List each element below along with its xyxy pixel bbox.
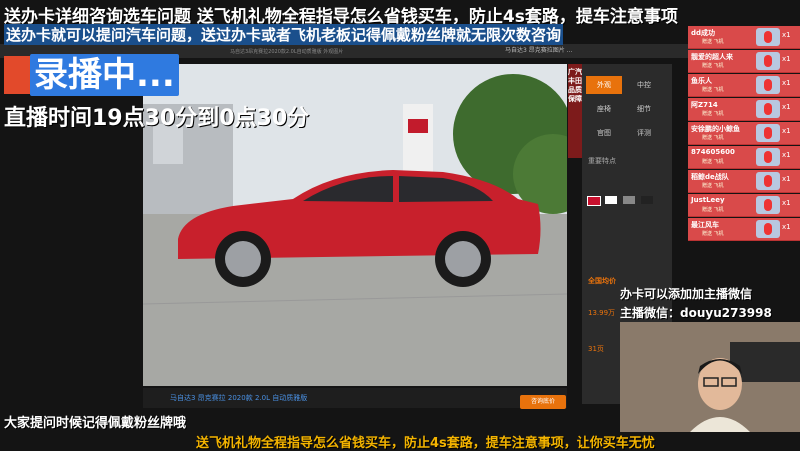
rocket-icon: [756, 52, 780, 70]
browser-tab[interactable]: 马自达3 昂克赛拉图片 ...: [505, 45, 715, 57]
rocket-icon: [756, 28, 780, 46]
gift-desc: 赠送 飞机: [702, 63, 724, 69]
wechat-label: 办卡可以添加加主播微信: [620, 287, 753, 301]
gift-desc: 赠送 飞机: [702, 39, 724, 45]
tab-official[interactable]: 官图: [586, 124, 622, 142]
gift-desc: 赠送 飞机: [702, 111, 724, 117]
tab-details[interactable]: 细节: [626, 100, 662, 118]
section-label: 重要特点: [588, 157, 616, 165]
recording-label: 录播中...: [30, 54, 179, 96]
gift-sender: dd成功: [691, 29, 716, 37]
stream-schedule: 直播时间19点30分到0点30分: [4, 106, 310, 131]
color-swatch-white[interactable]: [605, 196, 617, 204]
color-swatch-gray[interactable]: [623, 196, 635, 204]
rocket-icon: [756, 76, 780, 94]
fan-badge-hint: 大家提问时候记得佩戴粉丝牌哦: [4, 416, 187, 431]
gift-sender: 稻鲸de战队: [691, 173, 729, 181]
gift-count: x1: [782, 175, 791, 183]
color-swatch-red[interactable]: [587, 196, 601, 206]
gift-item: JustLeey 赠送 飞机 x1: [688, 194, 800, 217]
inquiry-price-button[interactable]: 咨询底价: [520, 395, 566, 409]
gift-sender: 靓爱的超人来: [691, 53, 733, 61]
color-swatch-black[interactable]: [641, 196, 653, 204]
vertical-title-banner: 广汽丰田品质保障: [568, 64, 582, 158]
rocket-icon: [756, 100, 780, 118]
page-count: 31页: [588, 345, 604, 353]
car-caption-link[interactable]: 马自达3 昂克赛拉 2020款 2.0L 自动质雅版: [170, 393, 307, 403]
gift-count: x1: [782, 199, 791, 207]
tab-interior[interactable]: 中控: [626, 76, 662, 94]
gift-count: x1: [782, 79, 791, 87]
gift-count: x1: [782, 103, 791, 111]
scrolling-ticker: 送飞机礼物全程指导怎么省钱买车，防止4s套路，提车注意事项，让你买车无忧: [196, 436, 655, 451]
gift-item: dd成功 赠送 飞机 x1: [688, 26, 800, 49]
streamer-avatar: [620, 322, 800, 432]
gift-item: 874605600 赠送 飞机 x1: [688, 146, 800, 169]
gift-sender: 阿Z714: [691, 101, 718, 109]
gift-list: dd成功 赠送 飞机 x1 靓爱的超人来 赠送 飞机 x1 鱼乐人 赠送 飞机 …: [688, 26, 800, 248]
gift-desc: 赠送 飞机: [702, 207, 724, 213]
gift-desc: 赠送 飞机: [702, 183, 724, 189]
gift-count: x1: [782, 31, 791, 39]
rocket-icon: [756, 148, 780, 166]
rocket-icon: [756, 196, 780, 214]
gift-desc: 赠送 飞机: [702, 231, 724, 237]
gift-count: x1: [782, 55, 791, 63]
rocket-icon: [756, 220, 780, 238]
gift-desc: 赠送 飞机: [702, 159, 724, 165]
gift-sender: 安徐鹏的小鲸鱼: [691, 125, 740, 133]
gift-item: 阿Z714 赠送 飞机 x1: [688, 98, 800, 121]
rocket-icon: [756, 124, 780, 142]
gift-item: 稻鲸de战队 赠送 飞机 x1: [688, 170, 800, 193]
gift-item: 最江风车 赠送 飞机 x1: [688, 218, 800, 241]
wechat-id: 主播微信：douyu273998: [620, 306, 772, 320]
gift-sender: JustLeey: [691, 196, 725, 204]
tab-seats[interactable]: 座椅: [586, 100, 622, 118]
price-value: 13.99万: [588, 309, 616, 317]
rocket-icon: [756, 172, 780, 190]
gift-sender: 最江风车: [691, 221, 719, 229]
gift-sender: 鱼乐人: [691, 77, 712, 85]
gift-desc: 赠送 飞机: [702, 135, 724, 141]
gift-item: 靓爱的超人来 赠送 飞机 x1: [688, 50, 800, 73]
price-label: 全国均价: [588, 277, 616, 285]
gift-desc: 赠送 飞机: [702, 87, 724, 93]
gift-sender: 874605600: [691, 148, 735, 156]
tab-review[interactable]: 评测: [626, 124, 662, 142]
gift-item: 安徐鹏的小鲸鱼 赠送 飞机 x1: [688, 122, 800, 145]
gift-count: x1: [782, 127, 791, 135]
gift-count: x1: [782, 151, 791, 159]
gift-count: x1: [782, 223, 791, 231]
promo-line-2: 送办卡就可以提问汽车问题，送过办卡或者飞机老板记得佩戴粉丝牌就无限次数咨询: [4, 24, 564, 45]
webcam-feed: [620, 322, 800, 432]
gift-item: 鱼乐人 赠送 飞机 x1: [688, 74, 800, 97]
page-subtitle: 马自达3昂克赛拉2020款2.0L自动质雅版 外观图片: [230, 49, 344, 55]
tab-exterior[interactable]: 外观: [586, 76, 622, 94]
color-swatches: [585, 192, 661, 232]
